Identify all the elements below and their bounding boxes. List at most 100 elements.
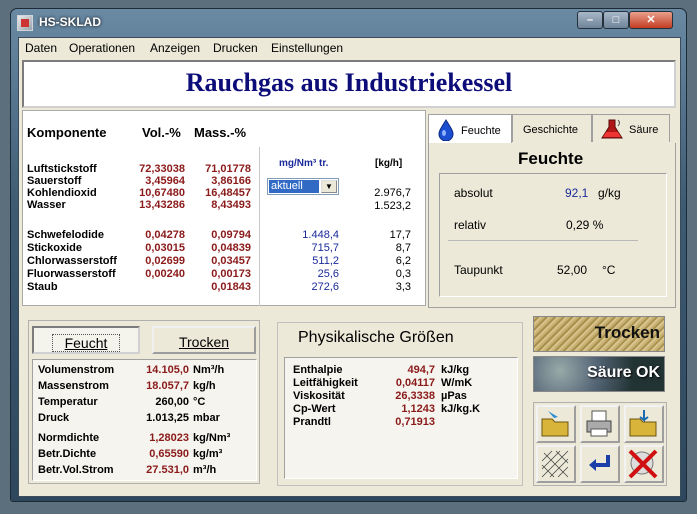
component-vol: 0,02699 [145,255,185,267]
save-folder-button[interactable] [624,405,664,443]
property-label: Betr.Vol.Strom [38,464,114,476]
physical-unit: kJ/kg [441,364,470,376]
menu-einstellungen[interactable]: Einstellungen [271,41,343,55]
physical-label: Leitfähigkeit [293,377,358,389]
tab-feuchte[interactable]: Feuchte [428,114,512,144]
flow-mg: 715,7 [311,242,339,254]
component-vol: 0,03015 [145,242,185,254]
banner: Rauchgas aus Industriekessel [22,60,676,108]
physical-value: 26,3338 [395,390,435,402]
menu-operationen[interactable]: Operationen [69,41,135,55]
feucht-button[interactable]: Feucht [32,326,140,354]
chevron-down-icon[interactable]: ▼ [321,180,337,193]
acid-flask-icon [601,119,623,139]
component-name: Sauerstoff [27,175,82,187]
physical-heading: Physikalische Größen [298,329,454,346]
component-name: Luftstickstoff [27,163,97,175]
flow-mg: 1.448,4 [302,229,339,241]
property-unit: kg/m³ [193,448,223,460]
component-name: Chlorwasserstoff [27,255,117,267]
relativ-label: relativ [454,218,487,232]
trocken-button[interactable]: Trocken [152,326,256,354]
composition-panel: Komponente Vol.-% Mass.-% Luftstickstoff… [22,110,426,306]
exit-button[interactable] [624,445,664,483]
component-mass: 16,48457 [205,187,251,199]
physical-label: Cp-Wert [293,403,336,415]
divider [448,240,638,241]
property-unit: kg/Nm³ [193,432,231,444]
saeure-ok-label: Säure OK [587,364,660,381]
flow-basis-value: aktuell [269,180,319,193]
absolut-unit: g/kg [598,186,621,200]
maximize-button[interactable]: □ [603,11,629,29]
flow-mg: 511,2 [312,255,339,267]
banner-title: Rauchgas aus Industriekessel [185,68,513,97]
physical-unit: W/mK [441,377,473,389]
component-mass: 0,09794 [211,229,251,241]
property-unit: mbar [193,412,220,424]
hx-diagram-icon [541,450,569,478]
component-mass: 8,43493 [211,199,251,211]
diagram-button[interactable] [536,445,576,483]
minimize-button[interactable]: – [577,11,603,29]
component-vol: 13,43286 [139,199,185,211]
folder-save-icon [629,410,657,437]
exit-cross-icon [628,449,658,479]
property-unit: Nm³/h [193,364,225,376]
feuchte-pane: Feuchte absolut 92,1 g/kg relativ 0,29 %… [428,143,676,308]
flow-kgh: 3,3 [395,281,411,293]
tab-geschichte[interactable]: Geschichte [512,114,592,142]
physical-unit: µPas [441,390,467,402]
trocken-status: Trocken [533,316,665,352]
app-window: HS-SKLAD – □ ✕ Daten Operationen Anzeige… [10,8,687,502]
physical-label: Prandtl [293,416,331,428]
folder-open-icon [541,411,569,437]
title-bar[interactable]: HS-SKLAD – □ ✕ [11,9,686,37]
component-vol: 0,00240 [145,268,185,280]
property-unit: °C [193,396,206,408]
tab-geschichte-label: Geschichte [523,124,579,136]
physical-panel: Physikalische Größen Enthalpie 494,7 kJ/kg… [277,322,523,486]
component-name: Staub [27,281,58,293]
tab-panel: Feuchte Geschichte Säure Feuchte absolut… [428,114,676,308]
unit-kgh-header: [kg/h] [375,158,403,169]
property-value: 0,65590 [149,448,189,460]
feucht-button-label: Feucht [52,334,120,352]
flow-kgh: 6,2 [395,255,411,267]
property-label: Massenstrom [38,380,109,392]
component-name: Schwefelodide [27,229,105,241]
component-mass: 0,03457 [211,255,251,267]
menu-daten[interactable]: Daten [25,41,57,55]
printer-icon [586,410,612,437]
close-button[interactable]: ✕ [629,11,673,29]
menu-anzeigen[interactable]: Anzeigen [150,41,200,55]
physical-label: Enthalpie [293,364,343,376]
return-arrow-icon [589,455,610,471]
flow-kgh: 2.976,7 [374,187,411,199]
property-value: 14.105,0 [146,364,189,376]
component-vol: 10,67480 [139,187,185,199]
component-mass: 0,04839 [211,242,251,254]
property-label: Volumenstrom [38,364,115,376]
taupunkt-value: 52,00 [557,263,588,277]
tab-saeure[interactable]: Säure [592,114,670,142]
flow-basis-select[interactable]: aktuell ▼ [267,178,339,195]
component-name: Kohlendioxid [27,187,97,199]
return-button[interactable] [580,445,620,483]
menu-bar: Daten Operationen Anzeigen Drucken Einst… [19,38,680,58]
menu-drucken[interactable]: Drucken [213,41,258,55]
property-value: 18.057,7 [146,380,189,392]
tab-saeure-label: Säure [629,124,659,136]
col-header-vol: Vol.-% [142,125,181,140]
taupunkt-label: Taupunkt [454,263,503,277]
unit-mg-header: mg/Nm³ tr. [279,158,329,169]
physical-value: 0,71913 [395,416,435,428]
relativ-value: 0,29 % [566,218,604,232]
client-area: Daten Operationen Anzeigen Drucken Einst… [18,37,681,497]
column-divider [259,147,260,306]
taupunkt-unit: °C [602,263,616,277]
tab-feuchte-label: Feuchte [461,125,501,137]
component-vol: 72,33038 [139,163,185,175]
open-folder-button[interactable] [536,405,576,443]
print-button[interactable] [580,405,620,443]
